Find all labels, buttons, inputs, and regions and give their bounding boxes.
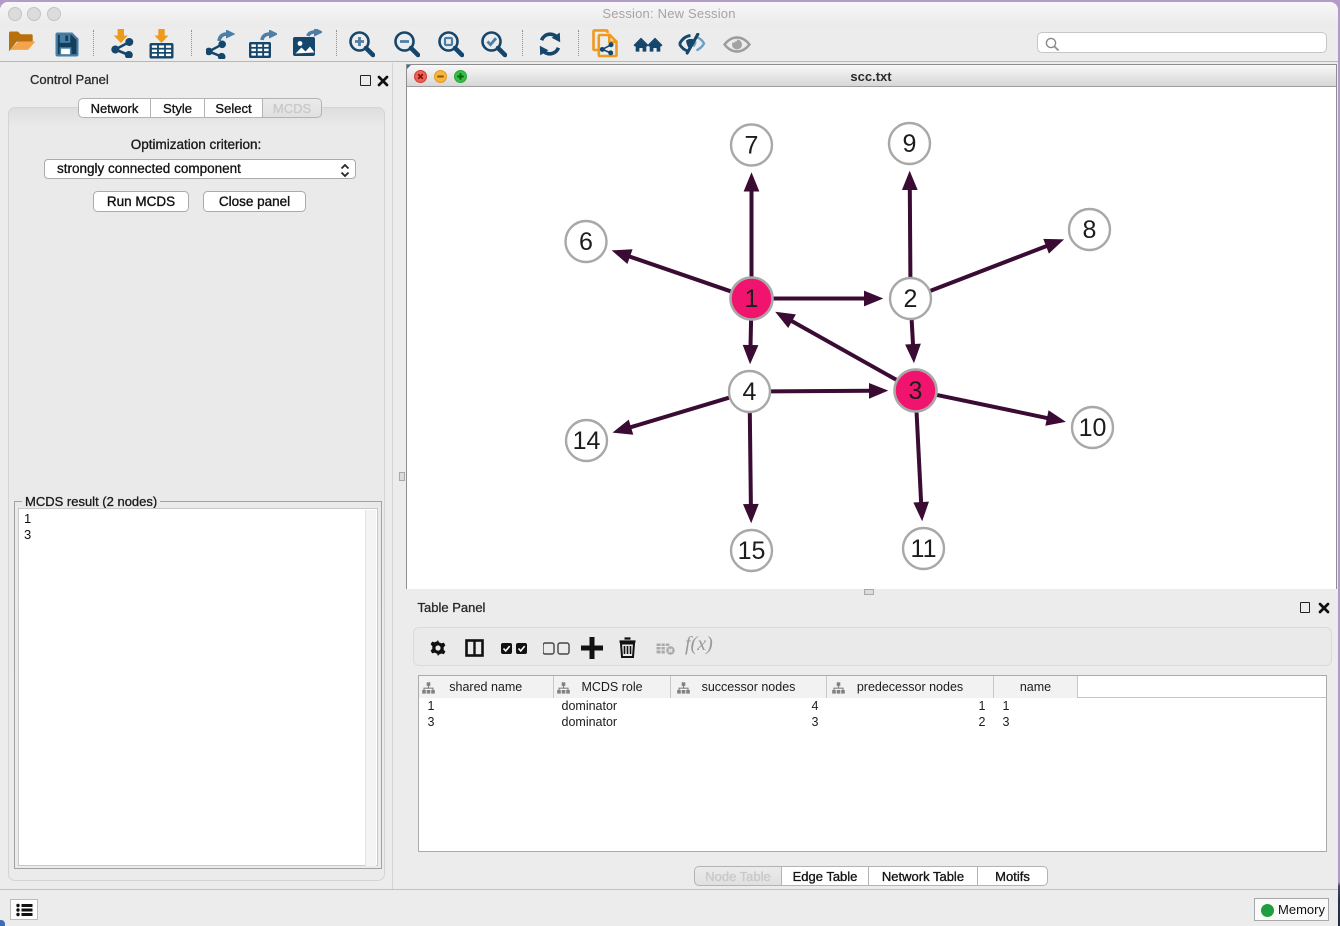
svg-text:14: 14 [572,427,600,455]
svg-text:4: 4 [742,378,756,406]
svg-text:6: 6 [579,228,593,256]
svg-text:15: 15 [737,537,765,565]
svg-text:7: 7 [744,131,758,159]
svg-text:2: 2 [903,285,917,313]
svg-text:9: 9 [902,130,916,158]
svg-text:3: 3 [908,377,922,405]
svg-text:10: 10 [1078,414,1106,442]
svg-text:8: 8 [1082,216,1096,244]
svg-text:11: 11 [910,535,936,563]
svg-text:1: 1 [744,285,758,313]
